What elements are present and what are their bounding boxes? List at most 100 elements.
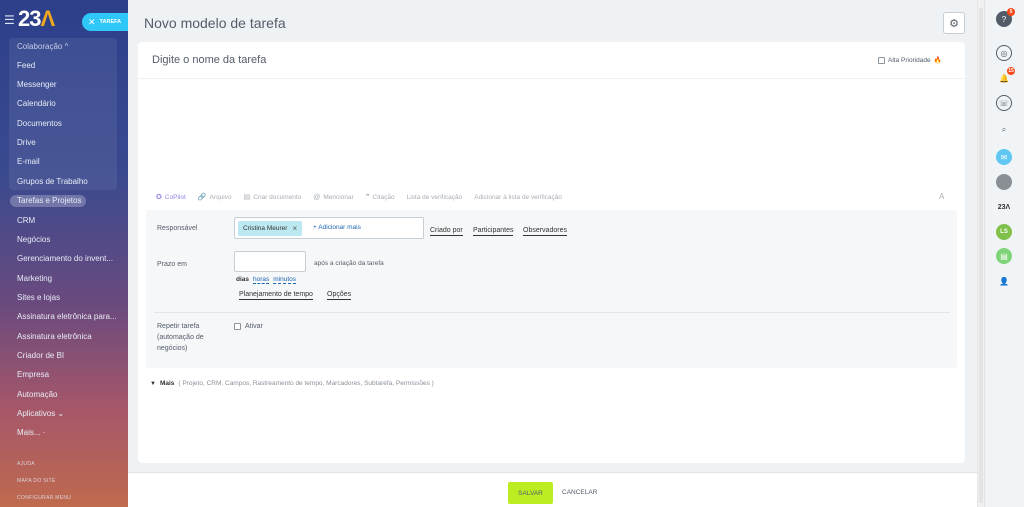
toolbar-label: CoPilot [164, 193, 186, 201]
add-to-checklist-button[interactable]: Adicionar à lista de verificação [474, 194, 562, 201]
sidebar-item[interactable]: Mais... · [17, 428, 45, 437]
help-badge: 5 [1007, 8, 1015, 16]
chat-icon[interactable]: ☏ [996, 95, 1012, 111]
toolbar-label: Arquivo [209, 193, 232, 201]
unit-days[interactable]: dias [236, 276, 249, 284]
sidebar-item[interactable]: Criador de BI [17, 351, 64, 360]
repeat-label-line: (automação de [157, 334, 204, 341]
form-footer: SALVAR CANCELAR [128, 472, 978, 507]
repeat-label-line: Repetir tarefa [157, 323, 200, 330]
sidebar-item[interactable]: Negócios [17, 235, 50, 244]
font-format-button[interactable]: A [939, 192, 944, 201]
add-more-link[interactable]: + Adicionar mais [313, 224, 361, 231]
sidebar-item[interactable]: E-mail [17, 157, 40, 166]
close-icon: ✕ [88, 16, 96, 27]
sidebar-item[interactable]: Marketing [17, 274, 52, 283]
sidebar-item[interactable]: Tarefas e Projetos [17, 196, 81, 205]
sitemap-link[interactable]: MAPA DO SITE [17, 478, 56, 484]
sidebar-item[interactable]: Sites e lojas [17, 293, 60, 302]
repeat-toggle[interactable]: Ativar [234, 323, 263, 330]
deadline-hint: após a criação da tarefa [314, 260, 384, 267]
scrollbar-thumb[interactable] [979, 8, 983, 503]
responsible-field[interactable]: Cristina Meurer × + Adicionar mais [234, 217, 424, 239]
create-document-button[interactable]: ▤ Criar documento [244, 193, 302, 202]
cancel-button[interactable]: CANCELAR [562, 489, 597, 496]
more-section-toggle[interactable]: ▼ Mais ( Projeto, CRM, Campos, Rastreame… [150, 380, 434, 387]
sidebar-item[interactable]: CRM [17, 216, 35, 225]
fire-icon: 🔥 [933, 57, 942, 64]
user-avatar-ls[interactable]: LS [996, 224, 1012, 240]
sidebar-item[interactable]: Aplicativos ⌄ [17, 409, 64, 418]
high-priority-toggle[interactable]: Alta Prioridade 🔥 [878, 56, 942, 64]
bell-icon[interactable]: 🔔 15 [996, 67, 1015, 86]
task-name-input[interactable]: Digite o nome da tarefa [152, 54, 266, 66]
left-sidebar: ☰ 23Λ ✕ TAREFA Colaboração ^ Feed Messenger… [0, 0, 128, 507]
quote-button[interactable]: ❞ Citação [365, 193, 395, 202]
sidebar-item[interactable]: Empresa [17, 370, 49, 379]
copilot-button[interactable]: ✪ CoPilot [156, 193, 186, 202]
search-icon[interactable]: ⌕ [996, 122, 1012, 138]
toolbar-label: Citação [372, 193, 395, 201]
user-avatar[interactable]: 👤 [996, 273, 1012, 289]
help-icon[interactable]: ? 5 [996, 8, 1015, 27]
file-button[interactable]: 🔗 Arquivo [197, 193, 232, 202]
observers-link[interactable]: Observadores [523, 226, 567, 236]
mention-button[interactable]: @ Mencionar [313, 194, 353, 201]
sidebar-item[interactable]: Colaboração ^ [17, 42, 68, 51]
paperclip-icon: 🔗 [197, 194, 207, 201]
notes-icon[interactable]: ▤ [996, 248, 1012, 264]
menu-icon[interactable]: ☰ [4, 13, 15, 27]
user-chip[interactable]: Cristina Meurer × [238, 221, 303, 236]
user-chip-name: Cristina Meurer [243, 225, 288, 232]
toolbar-label: Lista de verificação [406, 193, 463, 201]
toolbar-label: Adicionar à lista de verificação [474, 193, 563, 201]
messages-icon[interactable]: ✉ [996, 149, 1012, 165]
toolbar-label: Criar documento [253, 193, 302, 201]
configure-menu-link[interactable]: CONFIGURAR MENU [17, 495, 71, 501]
copilot-icon: ✪ [156, 194, 162, 201]
quote-icon: ❞ [365, 194, 370, 201]
sidebar-item[interactable]: Grupos de Trabalho [17, 177, 88, 186]
sidebar-item[interactable]: Calendário [17, 99, 56, 108]
more-items[interactable]: ( Projeto, CRM, Campos, Rastreamento de … [178, 380, 433, 387]
task-settings-panel: Responsável Cristina Meurer × + Adiciona… [146, 210, 957, 368]
remove-icon[interactable]: × [292, 224, 297, 233]
created-by-link[interactable]: Criado por [430, 226, 463, 236]
unit-hours[interactable]: horas [253, 276, 270, 284]
copilot-chat-icon[interactable]: ◎ [996, 45, 1012, 61]
sidebar-item[interactable]: Documentos [17, 119, 62, 128]
logo-text: 23 [18, 6, 42, 31]
brand-icon[interactable]: 23Λ [996, 199, 1012, 215]
task-form-card: Digite o nome da tarefa Alta Prioridade … [138, 42, 965, 463]
new-task-label: TAREFA [99, 19, 122, 25]
sidebar-item[interactable]: Feed [17, 61, 35, 70]
deadline-units: dias horas minutos [236, 276, 297, 284]
sidebar-item[interactable]: Assinatura eletrônica [17, 332, 92, 341]
gear-icon: ⚙ [949, 17, 959, 30]
sidebar-item[interactable]: Drive [17, 138, 36, 147]
save-button[interactable]: SALVAR [508, 482, 553, 504]
activate-checkbox[interactable] [234, 323, 241, 330]
help-link[interactable]: AJUDA [17, 461, 35, 467]
sidebar-item[interactable]: Automação [17, 390, 57, 399]
new-task-button[interactable]: ✕ TAREFA [82, 13, 128, 31]
priority-checkbox[interactable] [878, 56, 885, 64]
deadline-input[interactable] [234, 251, 306, 272]
notifications-badge: 15 [1007, 67, 1015, 75]
checklist-button[interactable]: Lista de verificação [407, 194, 463, 201]
priority-label: Alta Prioridade [888, 56, 931, 64]
logo[interactable]: 23Λ [18, 6, 55, 32]
right-rail: ? 5 ◎ 🔔 15 ☏ ⌕ ✉ 23Λ LS ▤ 👤 [984, 0, 1024, 507]
options-link[interactable]: Opções [327, 290, 352, 300]
scrollbar[interactable] [977, 0, 984, 507]
sidebar-item[interactable]: Messenger [17, 80, 57, 89]
unit-minutes[interactable]: minutos [273, 276, 297, 284]
sidebar-item[interactable]: Gerenciamento do invent... [17, 254, 113, 263]
deadline-label: Prazo em [157, 261, 187, 268]
settings-button[interactable]: ⚙ [943, 12, 965, 34]
avatar[interactable] [996, 174, 1012, 190]
page-title: Novo modelo de tarefa [144, 15, 286, 31]
participants-link[interactable]: Participantes [473, 226, 514, 236]
sidebar-item[interactable]: Assinatura eletrônica para... [17, 312, 117, 321]
time-planning-link[interactable]: Planejamento de tempo [239, 290, 313, 300]
